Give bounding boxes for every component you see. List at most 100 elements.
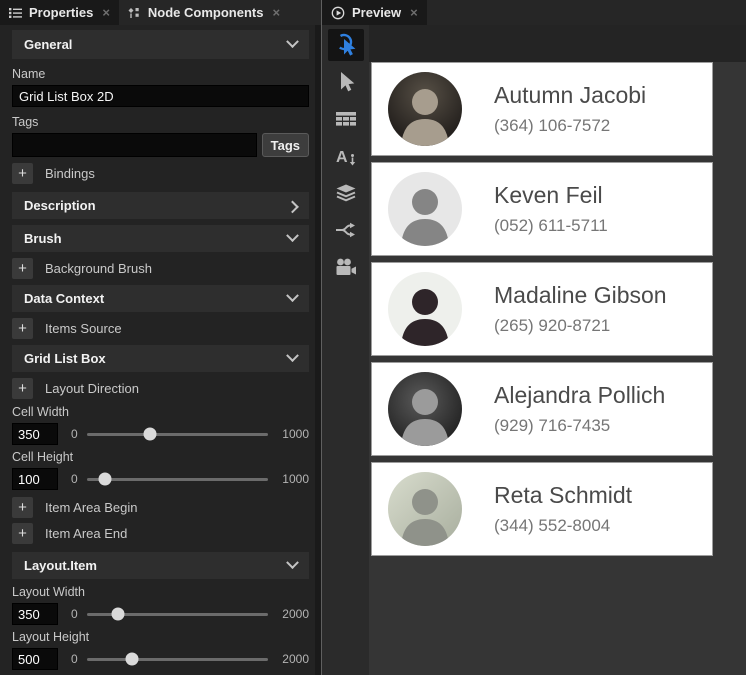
layout-width-slider[interactable] <box>87 613 268 616</box>
add-layout-direction-button[interactable]: + <box>12 378 33 399</box>
layers-icon <box>335 184 357 202</box>
slider-thumb[interactable] <box>98 473 111 486</box>
add-binding-button[interactable]: + <box>12 163 33 184</box>
add-background-brush-button[interactable]: + <box>12 258 33 279</box>
contact-card[interactable]: Keven Feil (052) 611-5711 <box>371 162 713 256</box>
preview-toolbar: A <box>322 25 369 675</box>
slider-thumb[interactable] <box>126 653 139 666</box>
avatar <box>388 272 462 346</box>
tab-label: Node Components <box>148 5 264 20</box>
background-brush-row: + Background Brush <box>12 258 309 279</box>
slider-min: 0 <box>71 427 78 441</box>
add-items-source-button[interactable]: + <box>12 318 33 339</box>
person-silhouette-icon <box>388 472 462 546</box>
contact-card[interactable]: Madaline Gibson (265) 920-8721 <box>371 262 713 356</box>
tags-button[interactable]: Tags <box>262 133 309 157</box>
item-area-end-row: + Item Area End <box>12 523 309 544</box>
chevron-down-icon <box>286 35 299 48</box>
tab-label: Preview <box>352 5 401 20</box>
contact-card[interactable]: Alejandra Pollich (929) 716-7435 <box>371 362 713 456</box>
layout-width-input[interactable] <box>12 603 58 625</box>
slider-min: 0 <box>71 652 78 666</box>
layout-direction-row: + Layout Direction <box>12 378 309 399</box>
camera-tool-button[interactable] <box>328 251 364 283</box>
table-grid-icon <box>335 111 357 128</box>
cell-height-input[interactable] <box>12 468 58 490</box>
name-input[interactable] <box>12 85 309 107</box>
properties-panel: Properties × Node Components × General N… <box>0 0 322 675</box>
items-source-row: + Items Source <box>12 318 309 339</box>
avatar <box>388 172 462 246</box>
layout-height-row: 0 2000 <box>12 647 309 671</box>
section-description[interactable]: Description <box>12 192 309 219</box>
contact-phone: (929) 716-7435 <box>494 416 665 436</box>
close-icon[interactable]: × <box>410 5 418 20</box>
tab-preview[interactable]: Preview × <box>322 0 427 25</box>
cell-height-slider[interactable] <box>87 478 268 481</box>
cell-height-label: Cell Height <box>12 450 309 465</box>
layout-height-input[interactable] <box>12 648 58 670</box>
branch-split-icon <box>335 222 357 238</box>
cell-width-input[interactable] <box>12 423 58 445</box>
select-tool-button[interactable] <box>328 66 364 98</box>
slider-min: 0 <box>71 607 78 621</box>
section-data-context[interactable]: Data Context <box>12 285 309 312</box>
contact-card[interactable]: Reta Schmidt (344) 552-8004 <box>371 462 713 556</box>
item-area-begin-label: Item Area Begin <box>45 500 138 515</box>
slider-max: 1000 <box>277 427 309 441</box>
add-item-area-begin-button[interactable]: + <box>12 497 33 518</box>
items-source-label: Items Source <box>45 321 122 336</box>
section-layout-item[interactable]: Layout.Item <box>12 552 309 579</box>
grid-tool-button[interactable] <box>328 103 364 135</box>
slider-max: 1000 <box>277 472 309 486</box>
layout-height-slider[interactable] <box>87 658 268 661</box>
section-grid-list-box[interactable]: Grid List Box <box>12 345 309 372</box>
add-item-area-end-button[interactable]: + <box>12 523 33 544</box>
connections-tool-button[interactable] <box>328 214 364 246</box>
contact-name: Autumn Jacobi <box>494 82 646 109</box>
section-brush[interactable]: Brush <box>12 225 309 252</box>
contact-phone: (364) 106-7572 <box>494 116 646 136</box>
video-camera-icon <box>335 258 357 277</box>
slider-min: 0 <box>71 472 78 486</box>
layout-direction-label: Layout Direction <box>45 381 139 396</box>
contact-phone: (265) 920-8721 <box>494 316 667 336</box>
close-icon[interactable]: × <box>102 5 110 20</box>
person-silhouette-icon <box>388 172 462 246</box>
layers-tool-button[interactable] <box>328 177 364 209</box>
kanzi-studio-window: Properties × Node Components × General N… <box>0 0 746 675</box>
properties-scrollbar[interactable] <box>315 25 321 675</box>
section-title: Data Context <box>24 291 104 306</box>
contact-phone: (344) 552-8004 <box>494 516 632 536</box>
layout-width-row: 0 2000 <box>12 602 309 626</box>
arrow-cursor-icon <box>335 70 357 94</box>
viewport-top-margin <box>369 25 746 62</box>
tab-label: Properties <box>29 5 93 20</box>
interaction-tool-button[interactable] <box>328 29 364 61</box>
properties-tabbar: Properties × Node Components × <box>0 0 321 25</box>
slider-thumb[interactable] <box>144 428 157 441</box>
chevron-down-icon <box>286 556 299 569</box>
slider-max: 2000 <box>277 652 309 666</box>
name-label: Name <box>12 67 309 82</box>
slider-thumb[interactable] <box>112 608 125 621</box>
avatar <box>388 372 462 446</box>
section-title: Description <box>24 198 96 213</box>
tags-input[interactable] <box>12 133 257 157</box>
section-title: Brush <box>24 231 62 246</box>
contact-card[interactable]: Autumn Jacobi (364) 106-7572 <box>371 62 713 156</box>
cell-width-row: 0 1000 <box>12 422 309 446</box>
text-tool-button[interactable]: A <box>328 140 364 172</box>
tab-node-components[interactable]: Node Components × <box>119 0 289 25</box>
play-icon <box>331 6 345 20</box>
section-general[interactable]: General <box>12 30 309 59</box>
contact-name: Reta Schmidt <box>494 482 632 509</box>
grid-list-box-stage: Autumn Jacobi (364) 106-7572 Keve <box>369 62 746 675</box>
tab-properties[interactable]: Properties × <box>0 0 119 25</box>
tags-label: Tags <box>12 115 309 130</box>
avatar <box>388 472 462 546</box>
cell-width-slider[interactable] <box>87 433 268 436</box>
person-silhouette-icon <box>388 272 462 346</box>
close-icon[interactable]: × <box>272 5 280 20</box>
bindings-row: + Bindings <box>12 163 309 184</box>
